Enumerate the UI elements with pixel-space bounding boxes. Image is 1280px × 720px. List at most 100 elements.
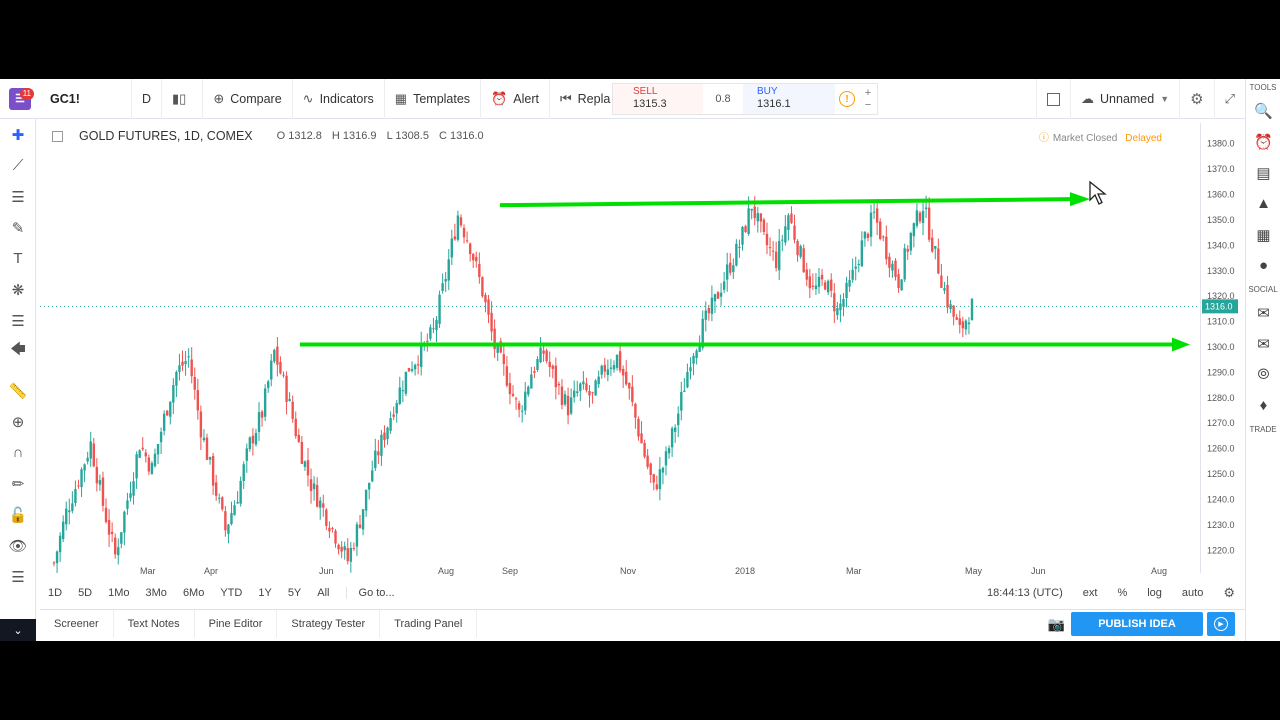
ruler-icon[interactable]: 📏 bbox=[0, 375, 36, 406]
compare-button[interactable]: ⊕ Compare bbox=[203, 79, 293, 119]
data-window-icon[interactable]: ▤ bbox=[1246, 157, 1280, 188]
prediction-icon[interactable]: ☰ bbox=[0, 305, 36, 336]
percent-toggle[interactable]: % bbox=[1107, 587, 1137, 599]
scale-options: 18:44:13 (UTC) ext % log auto ⚙ bbox=[977, 581, 1245, 605]
candle-body bbox=[524, 391, 527, 411]
info-icon: ! bbox=[839, 91, 855, 107]
expand-button[interactable]: ⤢ bbox=[1213, 79, 1245, 119]
replay-button[interactable]: ⏮ Repla bbox=[550, 79, 620, 119]
price-scale[interactable]: 1380.0 1370.0 1360.0 1350.0 1340.0 1330.0 1320… bbox=[1200, 123, 1245, 573]
zoom-in-icon[interactable]: ⊕ bbox=[0, 406, 36, 437]
candle-body bbox=[790, 213, 793, 224]
tab-pine-editor[interactable]: Pine Editor bbox=[195, 609, 278, 638]
quantity-stepper[interactable]: + − bbox=[859, 87, 877, 111]
time-tick-label: Aug bbox=[1151, 566, 1167, 576]
alerts-clock-icon[interactable]: ⏰ bbox=[1246, 126, 1280, 157]
candle-body bbox=[597, 376, 600, 385]
templates-button[interactable]: ▦ Templates bbox=[385, 79, 482, 119]
candle-body bbox=[640, 433, 643, 444]
range-ytd[interactable]: YTD bbox=[212, 587, 250, 599]
tab-screener[interactable]: Screener bbox=[40, 609, 114, 638]
clock-readout[interactable]: 18:44:13 (UTC) bbox=[977, 587, 1073, 599]
range-3mo[interactable]: 3Mo bbox=[138, 587, 175, 599]
collapse-toolbar-button[interactable]: ⌄ bbox=[0, 619, 36, 641]
chart-style-button[interactable]: ▮▯ bbox=[162, 79, 204, 119]
crosshair-icon[interactable]: ✚ bbox=[0, 119, 36, 150]
auto-toggle[interactable]: auto bbox=[1172, 587, 1213, 599]
notifications-bell-icon[interactable]: ♦ bbox=[1246, 390, 1280, 421]
candle-body bbox=[569, 397, 573, 414]
menu-button[interactable]: ☰ 11 bbox=[0, 79, 40, 119]
chevron-down-icon: ⌄ bbox=[13, 624, 23, 637]
private-chats-icon[interactable]: ✉ bbox=[1246, 328, 1280, 359]
pitchfork-icon[interactable]: ☰ bbox=[0, 181, 36, 212]
range-5y[interactable]: 5Y bbox=[280, 587, 309, 599]
log-toggle[interactable]: log bbox=[1137, 587, 1172, 599]
trend-line-icon[interactable]: ⟋ bbox=[0, 150, 36, 181]
candle-body bbox=[820, 274, 824, 280]
candle-body bbox=[86, 457, 89, 462]
text-icon[interactable]: T bbox=[0, 243, 36, 274]
magnet-icon[interactable]: ∩ bbox=[0, 437, 36, 468]
interval-button[interactable]: D bbox=[132, 79, 163, 119]
brush-icon[interactable]: ✎ bbox=[0, 212, 36, 243]
candle-body bbox=[416, 364, 420, 366]
price-tick-label: 1360.0 bbox=[1207, 190, 1235, 200]
goto-button[interactable]: Go to... bbox=[345, 587, 395, 599]
sell-button[interactable]: SELL 1315.3 bbox=[613, 84, 703, 114]
pattern-icon[interactable]: ❋ bbox=[0, 274, 36, 305]
tab-strategy-tester[interactable]: Strategy Tester bbox=[277, 609, 381, 638]
chart-pane[interactable]: GOLD FUTURES, 1D, COMEX O 1312.8 H 1316.… bbox=[40, 123, 1200, 573]
calendar-icon[interactable]: ▦ bbox=[1246, 219, 1280, 250]
candle-body bbox=[634, 403, 637, 418]
range-5d[interactable]: 5D bbox=[70, 587, 100, 599]
back-arrow-icon[interactable]: 🡄 bbox=[0, 336, 36, 367]
candle-body bbox=[367, 482, 371, 490]
layers-icon[interactable]: ☰ bbox=[0, 561, 36, 592]
eye-icon[interactable]: 👁 bbox=[0, 530, 36, 561]
range-1d[interactable]: 1D bbox=[40, 587, 70, 599]
camera-icon[interactable]: 📷 bbox=[1048, 616, 1065, 633]
lock-icon[interactable]: 🔓 bbox=[0, 499, 36, 530]
layout-button[interactable]: ☁ Unnamed ▼ bbox=[1070, 79, 1179, 119]
candle-body bbox=[459, 217, 463, 226]
candle-body bbox=[735, 243, 738, 266]
candle-body bbox=[141, 447, 144, 450]
trade-info-button[interactable]: ! bbox=[835, 87, 859, 111]
buy-button[interactable]: BUY 1316.1 bbox=[743, 84, 835, 114]
streams-icon[interactable]: ⦾ bbox=[1246, 359, 1280, 390]
tab-trading-panel[interactable]: Trading Panel bbox=[380, 609, 478, 638]
publish-video-button[interactable]: ▶ bbox=[1207, 612, 1235, 636]
range-1mo[interactable]: 1Mo bbox=[100, 587, 137, 599]
candle-body bbox=[413, 364, 417, 370]
time-tick-label: Jun bbox=[319, 566, 334, 576]
settings-button[interactable]: ⚙ bbox=[1179, 79, 1213, 119]
candle-body bbox=[912, 223, 916, 237]
ext-toggle[interactable]: ext bbox=[1073, 587, 1108, 599]
gear-icon[interactable]: ⚙ bbox=[1213, 585, 1245, 601]
collapse-legend-icon[interactable] bbox=[52, 130, 63, 142]
candle-body bbox=[695, 350, 698, 358]
pencil-lock-icon[interactable]: ✏ bbox=[0, 468, 36, 499]
symbol-search-button[interactable]: GC1! bbox=[40, 79, 132, 119]
chat-icon[interactable]: ✉ bbox=[1246, 297, 1280, 328]
candle-body bbox=[732, 265, 735, 273]
range-1y[interactable]: 1Y bbox=[250, 587, 279, 599]
candle-body bbox=[328, 527, 331, 532]
publish-idea-button[interactable]: PUBLISH IDEA bbox=[1071, 612, 1203, 636]
tab-text-notes[interactable]: Text Notes bbox=[114, 609, 195, 638]
watchlist-search-icon[interactable]: 🔍 bbox=[1246, 95, 1280, 126]
range-6mo[interactable]: 6Mo bbox=[175, 587, 212, 599]
fullscreen-toggle[interactable] bbox=[1036, 79, 1070, 119]
price-chart[interactable] bbox=[40, 123, 1200, 573]
range-all[interactable]: All bbox=[309, 587, 337, 599]
time-axis[interactable]: Mar Apr Jun Aug Sep Nov 2018 Mar May Jun Aug bbox=[40, 563, 1200, 579]
ideas-bulb-icon[interactable]: ● bbox=[1246, 250, 1280, 281]
candle-body bbox=[799, 245, 802, 257]
candle-body bbox=[92, 443, 95, 467]
hotlist-flame-icon[interactable]: ▲ bbox=[1246, 188, 1280, 219]
indicators-button[interactable]: ∿ Indicators bbox=[293, 79, 385, 119]
candle-body bbox=[218, 497, 221, 499]
alert-button[interactable]: ⏰ Alert bbox=[481, 79, 550, 119]
candle-body bbox=[603, 364, 606, 372]
